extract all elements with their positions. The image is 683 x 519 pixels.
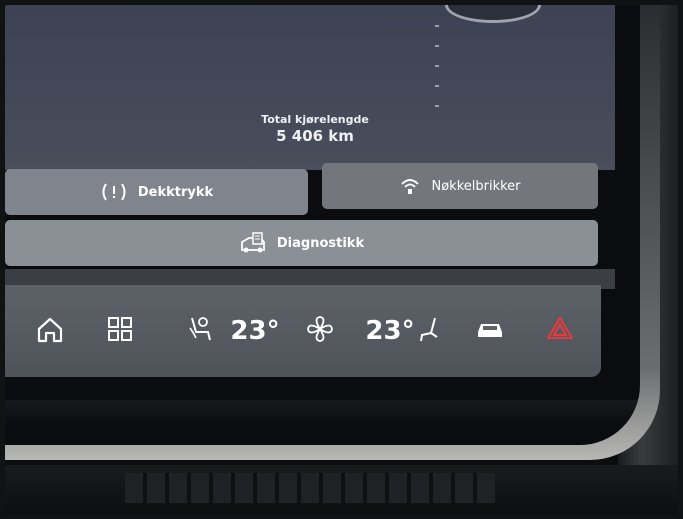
home-icon bbox=[35, 315, 65, 347]
driver-temperature[interactable]: 23° bbox=[225, 285, 285, 377]
apps-grid-icon bbox=[106, 315, 134, 347]
fan-icon bbox=[305, 314, 335, 348]
hazard-button[interactable] bbox=[535, 285, 585, 377]
driver-seat-heat-button[interactable] bbox=[175, 285, 225, 377]
seat-heat-icon bbox=[186, 314, 214, 348]
photo-frame: Total kjørelengde 5 406 km Dekktrykk Nøk… bbox=[5, 5, 678, 514]
seat-icon bbox=[419, 315, 441, 347]
diagnostics-icon bbox=[239, 232, 267, 254]
tire-pressure-label: Dekktrykk bbox=[137, 184, 214, 200]
wifi-key-icon bbox=[399, 177, 421, 195]
tire-pressure-button[interactable]: Dekktrykk bbox=[5, 169, 308, 215]
car-status-button[interactable] bbox=[465, 285, 515, 377]
diagnostics-label: Diagnostikk bbox=[276, 235, 365, 251]
passenger-seat-button[interactable] bbox=[410, 285, 450, 377]
diagnostics-button[interactable]: Diagnostikk bbox=[5, 220, 598, 266]
vehicle-image bbox=[445, 5, 541, 23]
climate-bar: 23° 23° bbox=[5, 285, 601, 377]
touchscreen: Total kjørelengde 5 406 km Dekktrykk Nøk… bbox=[5, 5, 640, 445]
odometer: Total kjørelengde 5 406 km bbox=[235, 113, 395, 145]
key-tags-button[interactable]: Nøkkelbrikker bbox=[322, 163, 598, 209]
hazard-icon bbox=[546, 316, 574, 346]
tire-warning-icon bbox=[100, 182, 128, 202]
fan-button[interactable] bbox=[295, 285, 345, 377]
odometer-value: 5 406 km bbox=[276, 127, 354, 145]
indicator-dots bbox=[435, 25, 439, 115]
car-icon bbox=[475, 319, 505, 343]
display-bezel: Total kjørelengde 5 406 km Dekktrykk Nøk… bbox=[5, 5, 660, 460]
screen-reflection bbox=[5, 400, 640, 424]
key-tags-label: Nøkkelbrikker bbox=[431, 178, 521, 194]
air-vent bbox=[125, 473, 495, 503]
home-button[interactable] bbox=[25, 285, 75, 377]
apps-button[interactable] bbox=[95, 285, 145, 377]
odometer-label: Total kjørelengde bbox=[261, 113, 369, 126]
vehicle-overview: Total kjørelengde 5 406 km bbox=[5, 5, 615, 170]
